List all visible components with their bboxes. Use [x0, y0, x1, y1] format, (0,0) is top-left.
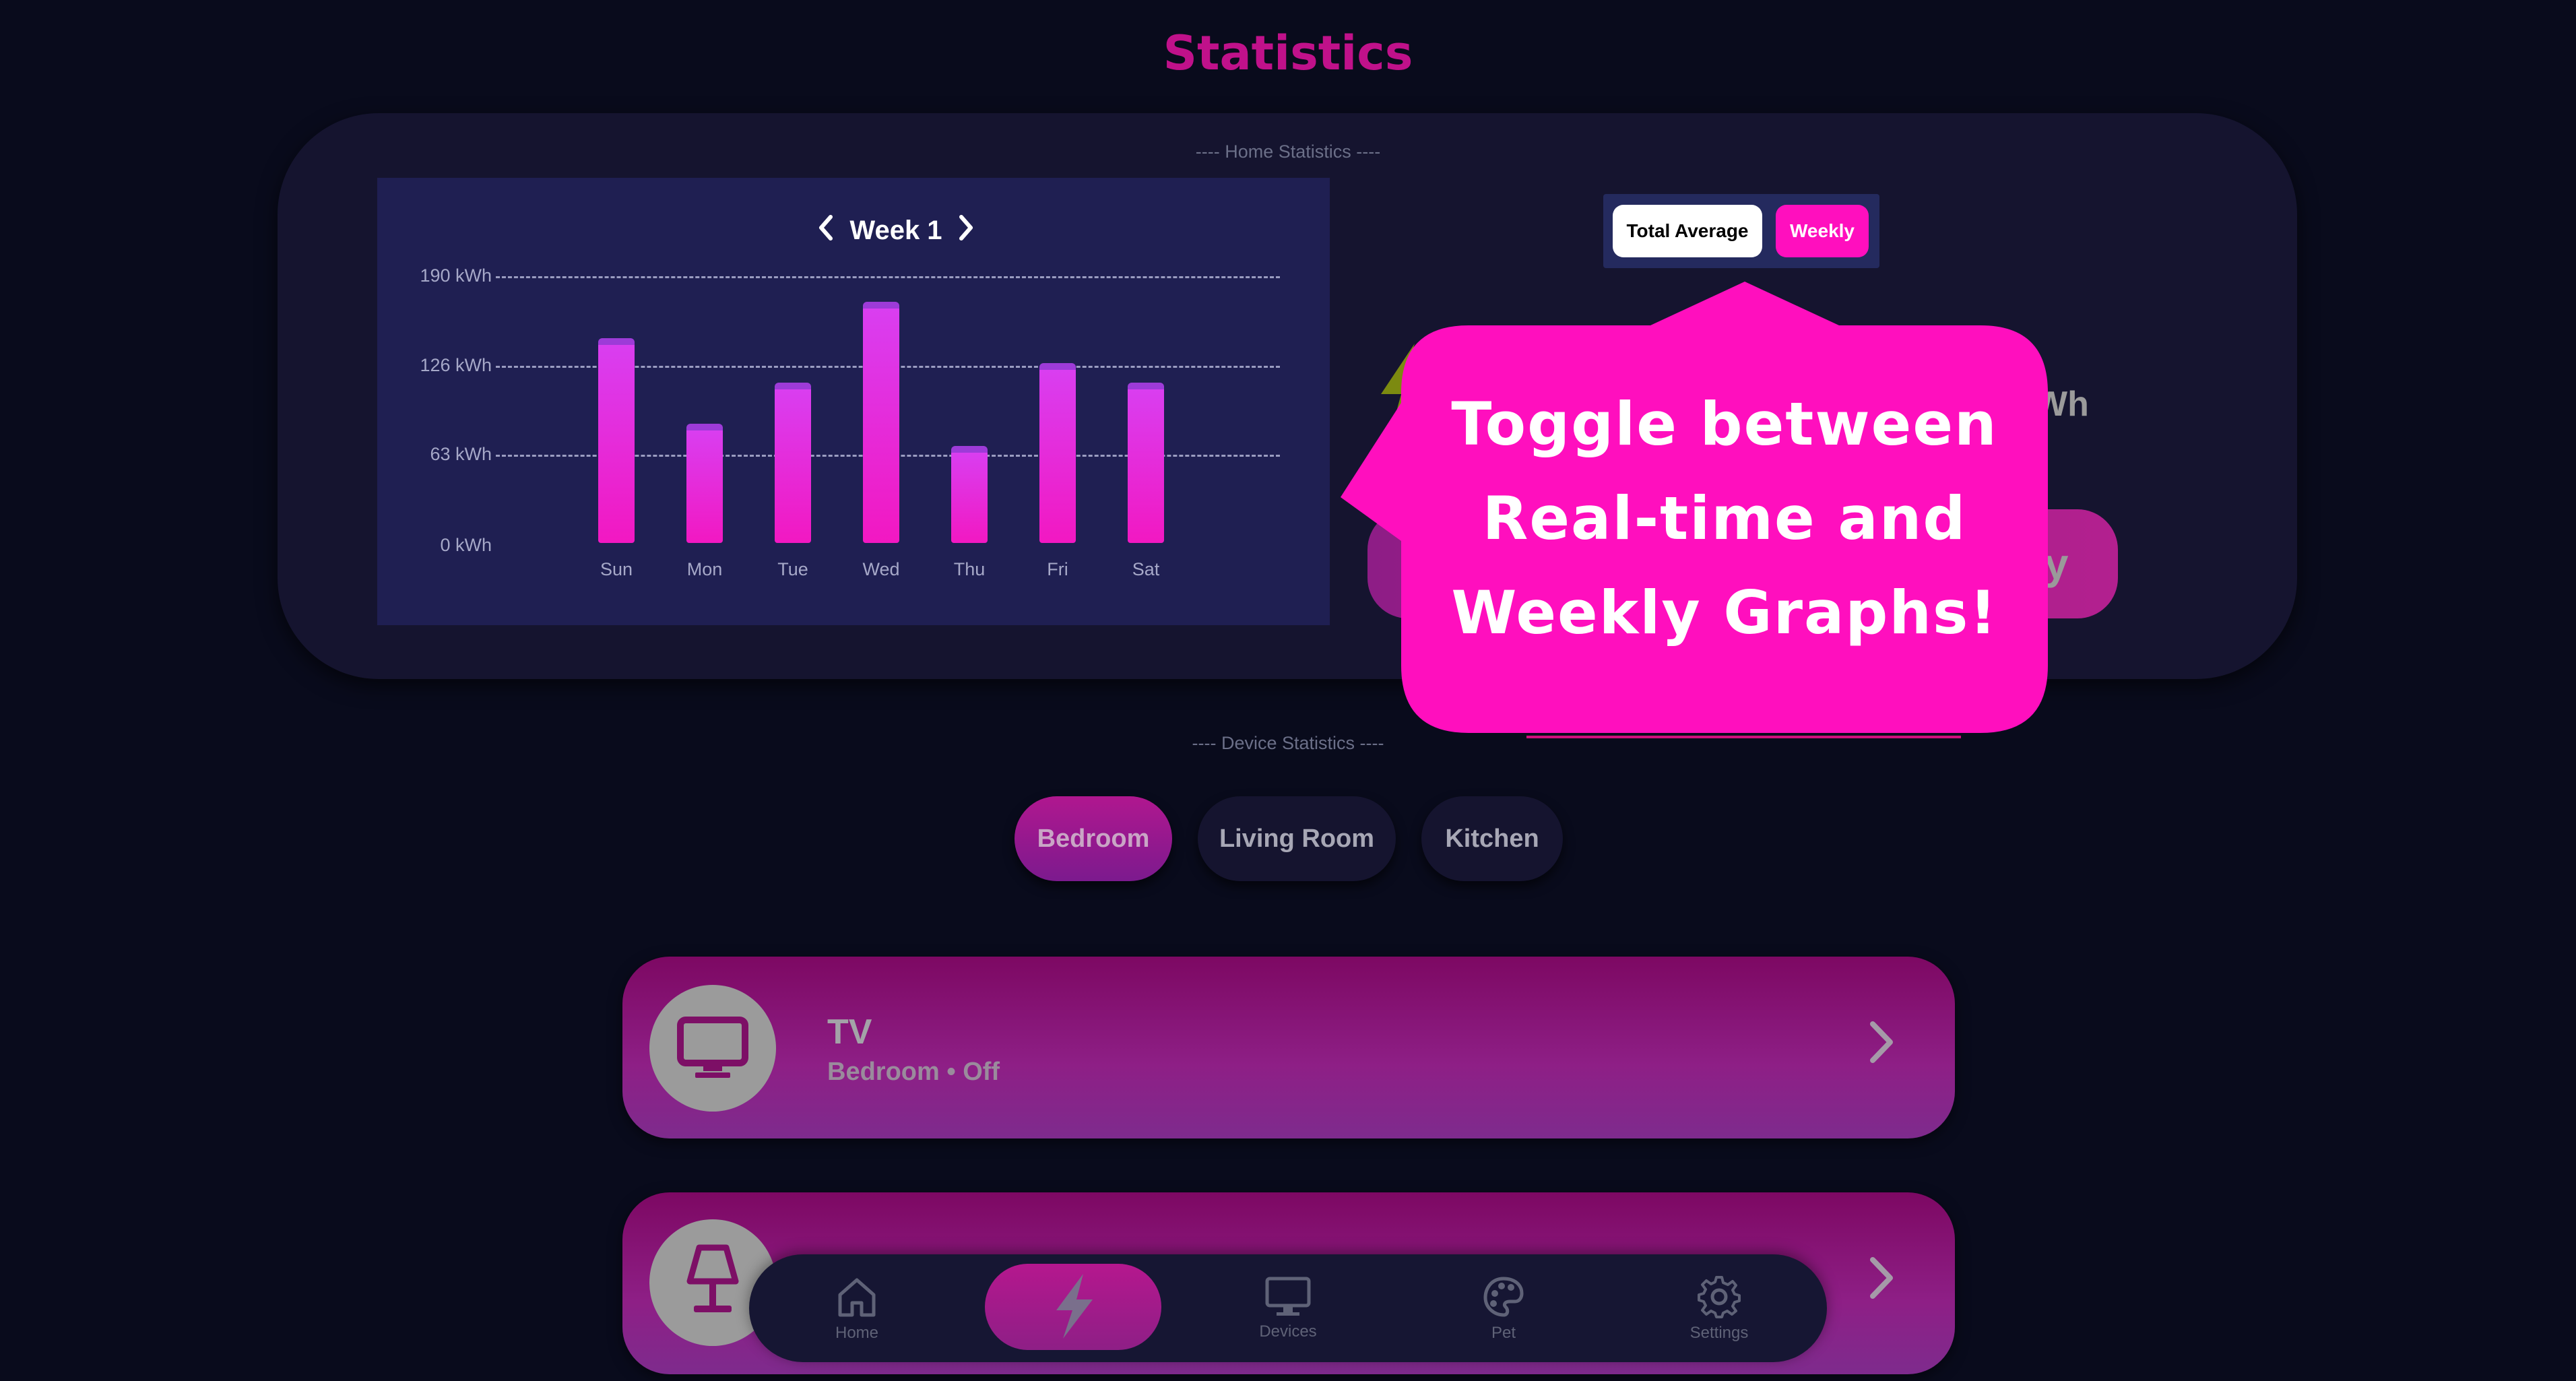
- chevron-left-icon[interactable]: [816, 212, 836, 249]
- tooltip-text: Toggle between Real-time and Weekly Grap…: [1401, 377, 2048, 660]
- device-card-tv[interactable]: [622, 957, 1955, 1138]
- palette-icon: [1481, 1275, 1526, 1324]
- bar-fri[interactable]: [1039, 363, 1076, 543]
- device-name: TV: [827, 1013, 872, 1052]
- tooltip-line-3: Weekly Graphs!: [1451, 578, 1998, 647]
- weekly-button[interactable]: Weekly: [1776, 205, 1869, 257]
- tooltip-line-1: Toggle between: [1451, 389, 1998, 459]
- tooltip-line-2: Real-time and: [1482, 484, 1967, 553]
- bar-wed[interactable]: [863, 301, 899, 543]
- lamp-icon: [684, 1244, 741, 1321]
- tv-icon: [676, 1016, 749, 1084]
- device-statistics-label: ---- Device Statistics ----: [1192, 733, 1384, 753]
- home-icon: [835, 1275, 879, 1324]
- average-kwh-value: Wh: [2034, 385, 2089, 424]
- y-tick-label: 126 kWh: [420, 355, 492, 376]
- chevron-right-icon[interactable]: [956, 212, 976, 249]
- nav-settings-label: Settings: [1689, 1323, 1749, 1342]
- y-tick-label: 63 kWh: [430, 443, 492, 464]
- chevron-right-icon[interactable]: [1866, 1254, 1897, 1312]
- x-tick-label: Mon: [686, 559, 723, 579]
- bolt-icon: [1048, 1273, 1098, 1345]
- graph-mode-toggle: Total Average Weekly: [1603, 194, 1879, 268]
- chevron-right-icon[interactable]: [1866, 1019, 1897, 1077]
- tab-living-room[interactable]: Living Room: [1198, 796, 1396, 881]
- x-tick-label: Wed: [862, 559, 900, 579]
- bar-tue[interactable]: [775, 383, 811, 543]
- nav-home[interactable]: Home: [796, 1266, 917, 1350]
- x-tick-label: Thu: [953, 559, 986, 579]
- monitor-icon: [1264, 1276, 1312, 1322]
- x-tick-label: Sat: [1132, 559, 1160, 579]
- nav-statistics[interactable]: [1012, 1266, 1134, 1350]
- x-tick-label: Sun: [600, 559, 633, 579]
- week-navigator: Week 1: [741, 210, 1051, 251]
- x-tick-label: Tue: [777, 559, 808, 579]
- page-title: Statistics: [1163, 26, 1413, 81]
- tab-kitchen[interactable]: Kitchen: [1421, 796, 1563, 881]
- bar-thu[interactable]: [951, 446, 988, 543]
- y-tick-label: 0 kWh: [440, 535, 492, 555]
- bar-mon[interactable]: [686, 423, 723, 543]
- week-label: Week 1: [849, 215, 942, 245]
- bar-sat[interactable]: [1128, 383, 1164, 543]
- nav-home-label: Home: [835, 1323, 879, 1342]
- device-subtitle: Bedroom • Off: [827, 1058, 1000, 1086]
- nav-pet-label: Pet: [1491, 1323, 1516, 1342]
- x-tick-label: Fri: [1047, 559, 1068, 579]
- nav-devices[interactable]: Devices: [1227, 1266, 1349, 1350]
- grid-line: [496, 276, 1280, 278]
- tab-bedroom[interactable]: Bedroom: [1015, 796, 1172, 881]
- nav-settings[interactable]: Settings: [1659, 1266, 1780, 1350]
- y-tick-label: 190 kWh: [420, 265, 492, 286]
- total-average-button[interactable]: Total Average: [1613, 205, 1762, 257]
- bar-sun[interactable]: [598, 338, 635, 543]
- gear-icon: [1697, 1275, 1741, 1324]
- home-statistics-label: ---- Home Statistics ----: [1195, 141, 1381, 162]
- nav-pet[interactable]: Pet: [1443, 1266, 1564, 1350]
- nav-devices-label: Devices: [1259, 1322, 1317, 1341]
